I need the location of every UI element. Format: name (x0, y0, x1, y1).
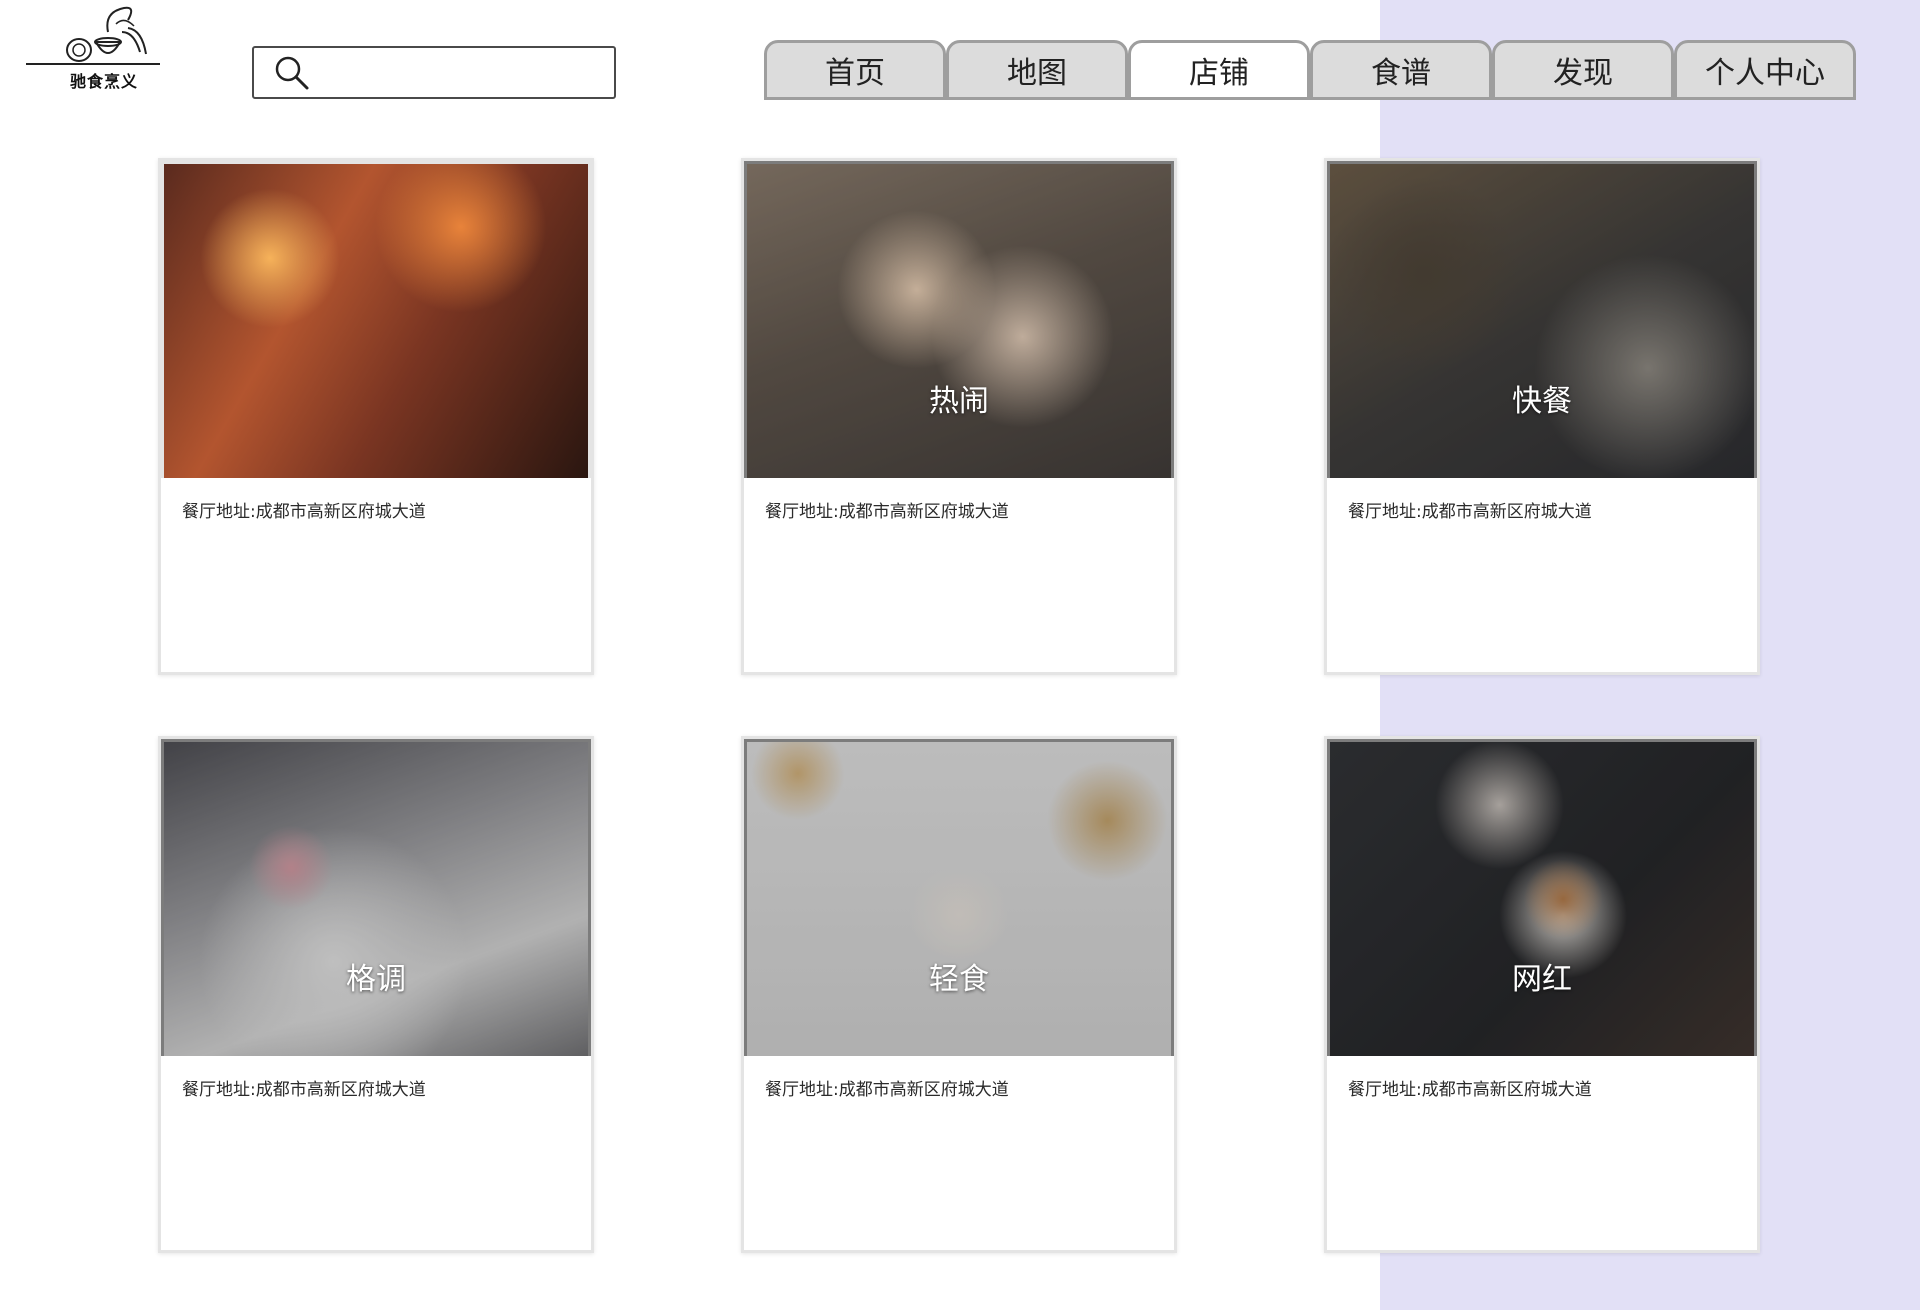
category-tag: 快餐 (1512, 384, 1572, 419)
restaurant-address: 餐厅地址:成都市高新区府城大道 (182, 502, 426, 522)
tab-shops[interactable]: 店铺 (1128, 40, 1310, 100)
restaurant-photo[interactable]: 快餐 (1327, 161, 1757, 478)
tab-map[interactable]: 地图 (946, 40, 1128, 100)
restaurant-card[interactable]: 餐厅地址:成都市高新区府城大道 (158, 158, 594, 675)
restaurant-address: 餐厅地址:成都市高新区府城大道 (765, 502, 1009, 522)
restaurant-photo[interactable]: 格调 (161, 739, 591, 1056)
restaurant-address: 餐厅地址:成都市高新区府城大道 (182, 1080, 426, 1100)
category-tag: 网红 (1512, 962, 1572, 997)
photo-overlay (747, 164, 1171, 478)
restaurant-address: 餐厅地址:成都市高新区府城大道 (1348, 1080, 1592, 1100)
photo-overlay (747, 742, 1171, 1056)
tab-profile[interactable]: 个人中心 (1674, 40, 1856, 100)
bowl-and-spoon-logo-icon (26, 6, 160, 65)
main-nav: 首页 地图 店铺 食谱 发现 个人中心 (764, 40, 1856, 100)
search-box[interactable] (252, 46, 616, 99)
photo-overlay (1330, 164, 1754, 478)
restaurant-card[interactable]: 热闹 餐厅地址:成都市高新区府城大道 (741, 158, 1177, 675)
restaurant-card[interactable]: 网红 餐厅地址:成都市高新区府城大道 (1324, 736, 1760, 1253)
restaurant-card[interactable]: 格调 餐厅地址:成都市高新区府城大道 (158, 736, 594, 1253)
restaurant-card[interactable]: 轻食 餐厅地址:成都市高新区府城大道 (741, 736, 1177, 1253)
photo-overlay (1330, 742, 1754, 1056)
restaurant-photo[interactable]: 热闹 (744, 161, 1174, 478)
restaurant-address: 餐厅地址:成都市高新区府城大道 (765, 1080, 1009, 1100)
tab-home[interactable]: 首页 (764, 40, 946, 100)
search-icon[interactable] (272, 53, 312, 93)
restaurant-photo[interactable]: 轻食 (744, 739, 1174, 1056)
restaurant-photo[interactable] (161, 161, 591, 478)
restaurant-address: 餐厅地址:成都市高新区府城大道 (1348, 502, 1592, 522)
tab-recipes[interactable]: 食谱 (1310, 40, 1492, 100)
search-input[interactable] (312, 48, 614, 97)
category-tag: 格调 (346, 962, 406, 997)
category-tag: 轻食 (929, 962, 989, 997)
tab-discover[interactable]: 发现 (1492, 40, 1674, 100)
restaurant-photo[interactable]: 网红 (1327, 739, 1757, 1056)
category-tag: 热闹 (929, 384, 989, 419)
logo[interactable]: 驰食烹义 (24, 2, 164, 94)
photo-overlay (164, 742, 588, 1056)
restaurant-card[interactable]: 快餐 餐厅地址:成都市高新区府城大道 (1324, 158, 1760, 675)
logo-text: 驰食烹义 (70, 72, 139, 91)
